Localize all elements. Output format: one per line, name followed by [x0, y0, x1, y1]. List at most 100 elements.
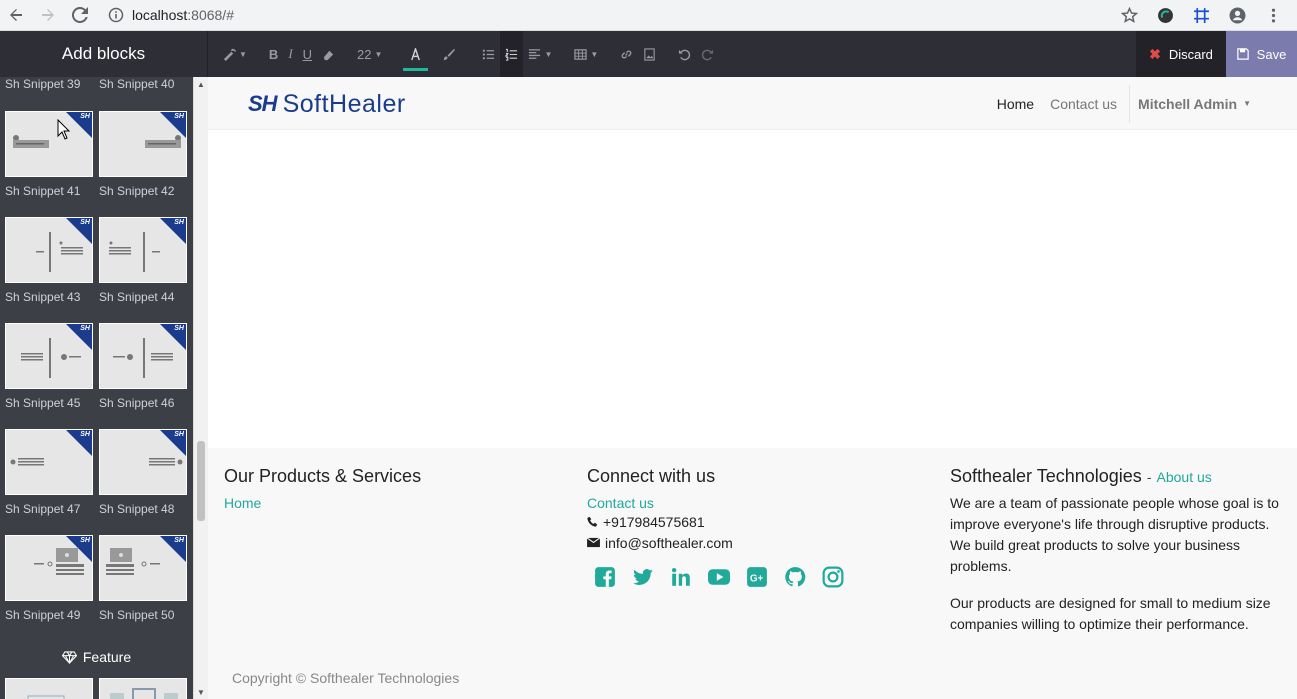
snippet-thumbnail[interactable]: SH	[99, 217, 187, 283]
diamond-icon	[61, 650, 77, 664]
footer-heading-company: Softhealer Technologies - About us	[950, 466, 1285, 487]
profile-button[interactable]	[1221, 0, 1253, 31]
font-color-button[interactable]	[399, 31, 432, 77]
footer-column-about: Softhealer Technologies - About us We ar…	[950, 448, 1285, 635]
footer-email: info@softhealer.com	[587, 532, 927, 553]
grid-hash-icon	[1193, 7, 1209, 23]
nav-home[interactable]: Home	[989, 96, 1042, 112]
background-color-button[interactable]	[432, 31, 465, 77]
facebook-icon	[595, 567, 615, 587]
underline-button[interactable]: U	[298, 31, 317, 77]
extension-grid-button[interactable]	[1185, 0, 1217, 31]
facebook-link[interactable]	[591, 565, 619, 589]
footer-column-connect: Connect with us Contact us +917984575681…	[587, 448, 927, 589]
snippet-label: Sh Snippet 50	[99, 608, 175, 622]
linkedin-icon	[671, 567, 690, 586]
google-plus-icon: G+	[747, 567, 767, 587]
snippet-thumbnail[interactable]: SH	[99, 429, 187, 495]
footer-column-products: Our Products & Services Home	[224, 448, 564, 511]
magic-wand-icon	[223, 48, 236, 61]
arrow-left-icon	[10, 9, 22, 21]
address-bar[interactable]: localhost:8068/#	[108, 0, 1113, 31]
extension-button[interactable]	[1149, 0, 1181, 31]
feature-category-heading: Feature	[0, 647, 193, 667]
style-dropdown[interactable]: ▼	[218, 31, 252, 77]
google-plus-link[interactable]: G+	[743, 565, 771, 589]
table-dropdown[interactable]: ▼	[569, 31, 603, 77]
footer-link-home[interactable]: Home	[224, 495, 564, 511]
account-circle-icon	[1229, 7, 1245, 23]
scroll-down-arrow-icon[interactable]: ▼	[194, 685, 208, 699]
snippet-badge: SH	[174, 219, 184, 226]
menu-button[interactable]	[1257, 0, 1289, 31]
footer-link-contact-us[interactable]: Contact us	[587, 495, 927, 511]
bookmark-star-button[interactable]	[1113, 0, 1145, 31]
undo-button[interactable]	[673, 31, 696, 77]
link-icon	[621, 50, 632, 58]
phone-number: +917984575681	[603, 513, 705, 530]
scrollbar-thumb[interactable]	[197, 441, 205, 521]
numbered-list-button[interactable]	[500, 31, 524, 77]
panel-title: Add blocks	[0, 31, 208, 77]
website-header: SH SoftHealer Home Contact us Mitchell A…	[208, 77, 1297, 130]
snippet-thumbnail[interactable]: SH	[99, 323, 187, 389]
info-icon	[108, 7, 124, 23]
instagram-link[interactable]	[819, 565, 847, 589]
page-content-area[interactable]	[208, 130, 1297, 448]
snippet-label: Sh Snippet 44	[99, 290, 175, 304]
snippet-thumbnail[interactable]: SH	[5, 217, 93, 283]
snippet-thumbnail[interactable]: SH	[5, 429, 93, 495]
snippet-thumbnail-feature-2[interactable]	[99, 678, 187, 699]
snippet-thumbnail[interactable]: SH	[99, 111, 187, 177]
bold-button[interactable]: B	[264, 31, 283, 77]
bullet-list-button[interactable]	[477, 31, 500, 77]
save-button[interactable]: Save	[1226, 31, 1297, 77]
snippet-thumbnail[interactable]: SH	[5, 323, 93, 389]
reload-button[interactable]	[64, 0, 96, 31]
forward-button[interactable]	[32, 0, 64, 31]
user-name: Mitchell Admin	[1138, 95, 1238, 112]
caret-down-icon: ▼	[1243, 99, 1251, 108]
snippet-thumbnail[interactable]: SH	[99, 535, 187, 601]
paint-brush-icon	[444, 48, 456, 60]
footer-phone: +917984575681	[587, 511, 927, 532]
linkedin-link[interactable]	[667, 565, 695, 589]
link-button[interactable]	[615, 31, 638, 77]
scroll-up-arrow-icon[interactable]: ▲	[194, 77, 208, 91]
snippet-badge: SH	[80, 113, 90, 120]
youtube-link[interactable]	[705, 565, 733, 589]
footer-link-about-us[interactable]: About us	[1157, 469, 1212, 485]
snippet-thumbnail[interactable]: SH	[5, 535, 93, 601]
image-button[interactable]	[638, 31, 661, 77]
site-footer: Our Products & Services Home Connect wit…	[208, 448, 1297, 699]
logo-text: SoftHealer	[282, 89, 406, 118]
discard-button[interactable]: ✖ Discard	[1136, 31, 1226, 77]
twitter-link[interactable]	[629, 565, 657, 589]
youtube-icon	[708, 569, 730, 585]
redo-icon	[702, 49, 714, 60]
url-path: :8068/#	[187, 7, 234, 23]
align-left-icon	[529, 48, 541, 59]
font-size-dropdown[interactable]: 22 ▼	[352, 31, 387, 77]
nav-contact-us[interactable]: Contact us	[1042, 96, 1125, 112]
company-target-description: Our products are designed for small to m…	[950, 595, 1271, 632]
extension-circle-icon	[1157, 7, 1173, 23]
italic-icon: I	[288, 46, 293, 61]
caret-down-icon: ▼	[374, 49, 383, 59]
snippets-panel: Sh Snippet 39 Sh Snippet 40 SH SH Sh Snipp…	[0, 77, 208, 699]
back-button[interactable]	[0, 0, 32, 31]
bold-icon: B	[268, 46, 279, 62]
italic-button[interactable]: I	[283, 31, 297, 77]
redo-button[interactable]	[696, 31, 719, 77]
panel-scrollbar[interactable]: ▲ ▼	[193, 77, 208, 699]
github-link[interactable]	[781, 565, 809, 589]
snippet-thumbnail-feature-1[interactable]	[5, 678, 93, 699]
caret-down-icon: ▼	[239, 49, 247, 59]
mouse-pointer-icon	[57, 119, 71, 140]
site-logo[interactable]: SH SoftHealer	[248, 89, 406, 119]
eraser-button[interactable]	[317, 31, 340, 77]
align-dropdown[interactable]: ▼	[523, 31, 557, 77]
user-menu-dropdown[interactable]: Mitchell Admin ▼	[1130, 96, 1259, 112]
list-ul-icon	[483, 49, 495, 59]
snippet-thumbnail[interactable]: SH	[5, 111, 93, 177]
